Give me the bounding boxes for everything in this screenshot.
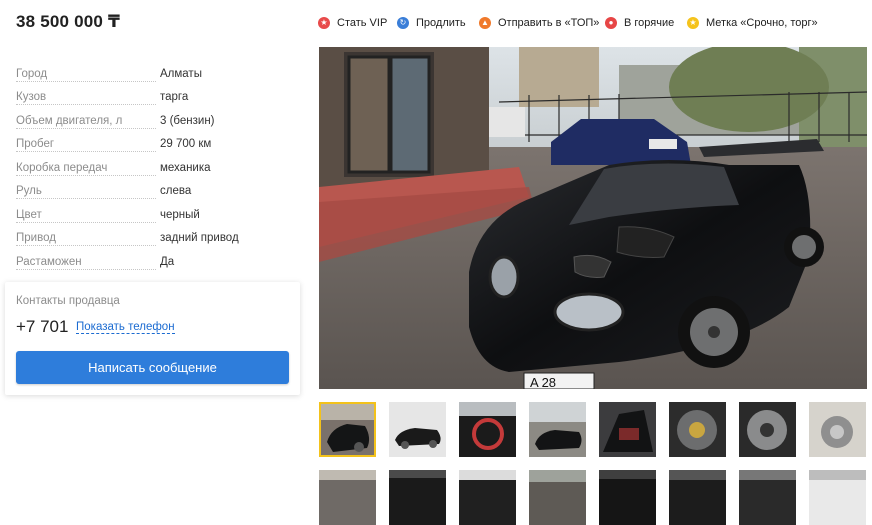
- spec-value: 3 (бензин): [160, 114, 215, 127]
- thumbnail[interactable]: [529, 402, 586, 457]
- promo-vip[interactable]: ★ Стать VIP: [318, 17, 397, 29]
- show-phone-link[interactable]: Показать телефон: [76, 321, 175, 334]
- fire-icon: ●: [605, 17, 617, 29]
- spec-name: Привод: [16, 232, 160, 247]
- promo-label: Продлить: [416, 17, 466, 29]
- thumbnail[interactable]: [389, 402, 446, 457]
- plate-text: A 28: [530, 375, 556, 389]
- car-photo-image: A 28: [319, 47, 867, 389]
- spec-value: Да: [160, 255, 175, 268]
- specs-list: Город Алматы Кузов тарга Объем двигателя, …: [16, 59, 296, 271]
- promo-bar: ★ Стать VIP ↻ Продлить ▲ Отправить в «ТО…: [318, 15, 818, 31]
- refresh-icon: ↻: [397, 17, 409, 29]
- spec-name: Коробка передач: [16, 161, 160, 177]
- spec-value: тарга: [160, 91, 189, 103]
- main-photo[interactable]: A 28: [319, 47, 867, 389]
- spec-value: 29 700 км: [160, 138, 212, 150]
- spec-name: Пробег: [16, 138, 160, 153]
- spec-row: Коробка передач механика: [16, 153, 296, 177]
- thumbnail[interactable]: [599, 470, 656, 525]
- spec-name: Город: [16, 67, 160, 83]
- seller-contact-card: Контакты продавца +7 701 Показать телефо…: [5, 282, 300, 395]
- thumbnail[interactable]: [739, 402, 796, 457]
- thumbnail[interactable]: [319, 402, 376, 457]
- promo-label: В горячие: [624, 17, 675, 29]
- thumbnail[interactable]: [529, 470, 586, 525]
- spec-row: Кузов тарга: [16, 83, 296, 107]
- spec-value: черный: [160, 208, 200, 221]
- thumbnail[interactable]: [459, 470, 516, 525]
- spec-row: Руль слева: [16, 177, 296, 201]
- spec-value: задний привод: [160, 232, 239, 244]
- thumbnail[interactable]: [739, 470, 796, 525]
- arrow-up-icon: ▲: [479, 17, 491, 29]
- promo-extend[interactable]: ↻ Продлить: [397, 17, 479, 29]
- promo-label: Стать VIP: [337, 17, 388, 29]
- spec-name: Кузов: [16, 91, 160, 106]
- spec-value: механика: [160, 161, 211, 174]
- promo-urgent[interactable]: ★ Метка «Срочно, торг»: [687, 17, 818, 29]
- spec-value: слева: [160, 185, 192, 197]
- thumbnail[interactable]: [389, 470, 446, 525]
- spec-row: Пробег 29 700 км: [16, 130, 296, 154]
- promo-label: Отправить в «ТОП»: [498, 17, 600, 29]
- contact-title: Контакты продавца: [16, 295, 120, 307]
- spec-row: Привод задний привод: [16, 224, 296, 248]
- thumbnail[interactable]: [319, 470, 376, 525]
- thumbnail[interactable]: [459, 402, 516, 457]
- star-icon: ★: [687, 17, 699, 29]
- spec-name: Растаможен: [16, 255, 160, 271]
- trophy-icon: ★: [318, 17, 330, 29]
- spec-row: Объем двигателя, л3 (бензин): [16, 106, 296, 130]
- spec-value: Алматы: [160, 67, 202, 80]
- thumbnail[interactable]: [809, 402, 866, 457]
- spec-row: Растаможен Да: [16, 247, 296, 271]
- promo-top[interactable]: ▲ Отправить в «ТОП»: [479, 17, 605, 29]
- thumbnail[interactable]: [669, 470, 726, 525]
- thumbnail[interactable]: [599, 402, 656, 457]
- thumbnail[interactable]: [809, 470, 866, 525]
- thumbnail[interactable]: [669, 402, 726, 457]
- spec-name: Цвет: [16, 208, 160, 224]
- spec-row: Цвет черный: [16, 200, 296, 224]
- promo-hot[interactable]: ● В горячие: [605, 17, 687, 29]
- promo-label: Метка «Срочно, торг»: [706, 17, 818, 29]
- phone-number: +7 701: [16, 317, 69, 336]
- price: 38 500 000 ₸: [16, 12, 121, 31]
- spec-name: Объем двигателя, л: [16, 114, 160, 130]
- write-message-button[interactable]: Написать сообщение: [16, 351, 289, 384]
- spec-row: Город Алматы: [16, 59, 296, 83]
- spec-name: Руль: [16, 185, 160, 200]
